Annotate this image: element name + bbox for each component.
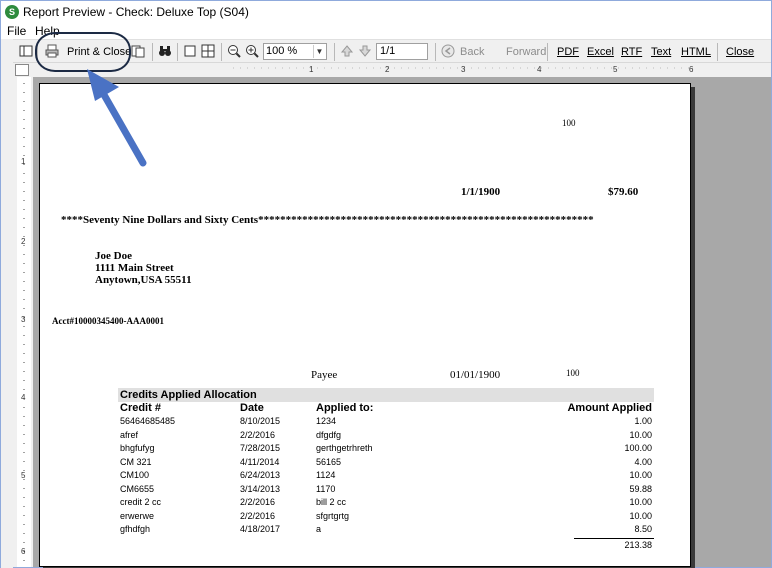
- report-preview-window: S Report Preview - Check: Deluxe Top (S0…: [0, 0, 772, 568]
- annotation-arrow-icon: [87, 69, 147, 167]
